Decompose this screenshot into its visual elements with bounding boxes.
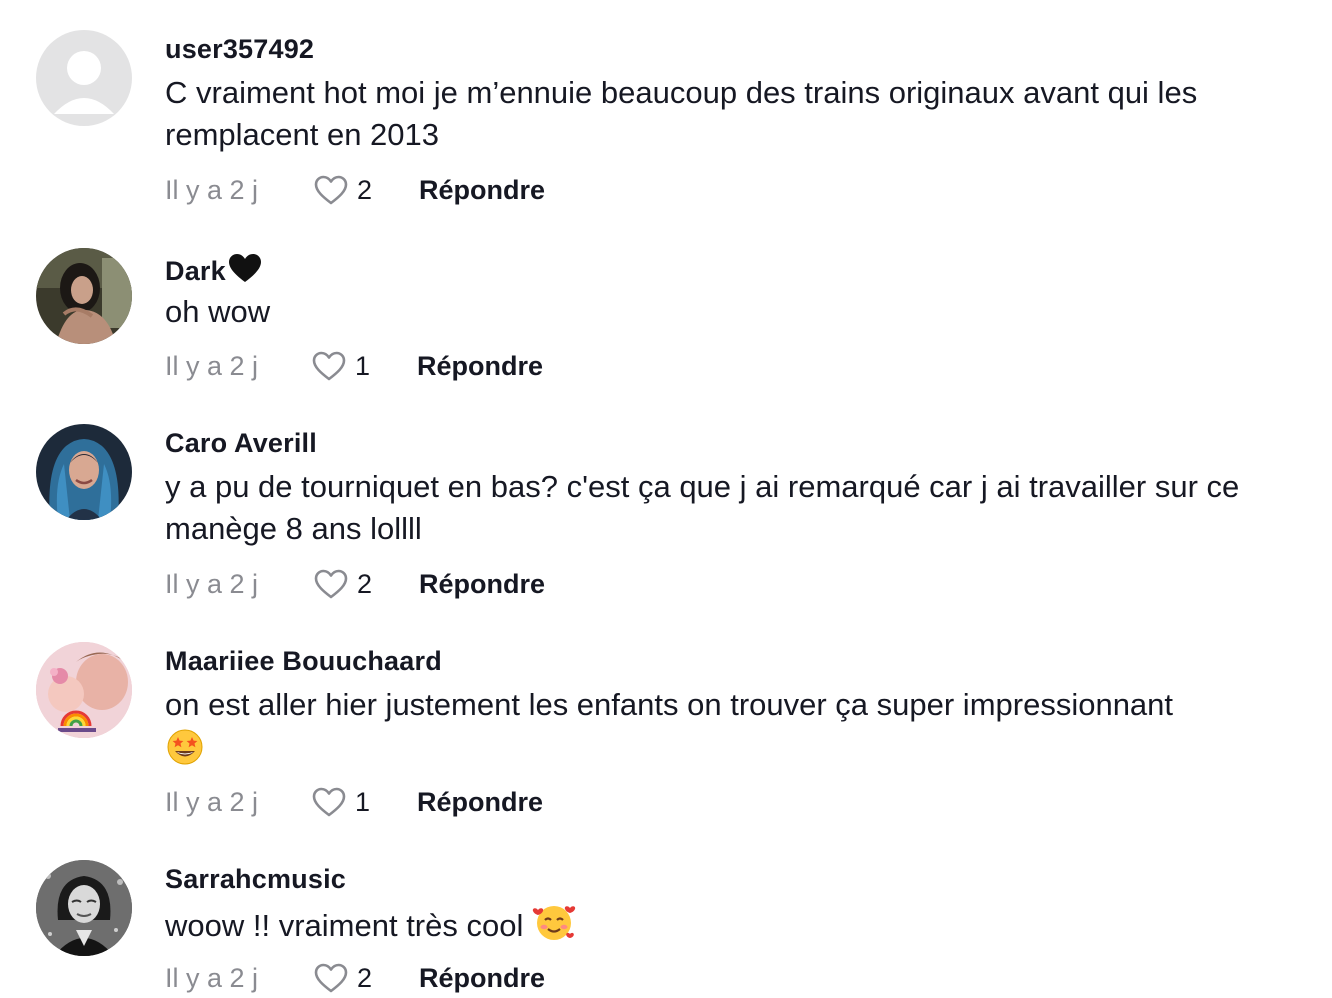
smiling-face-with-hearts-emoji-icon xyxy=(532,902,576,953)
reply-button[interactable]: Répondre xyxy=(417,787,543,818)
like-count: 1 xyxy=(355,350,371,381)
like-button[interactable]: 2 xyxy=(313,174,385,206)
comment-meta: Il y a 2 j 2 Répondre xyxy=(165,170,545,210)
comment-timestamp: Il y a 2 j xyxy=(165,174,259,205)
avatar[interactable] xyxy=(36,30,132,126)
comment-username[interactable]: user357492 xyxy=(165,34,314,65)
user-photo-icon xyxy=(36,860,132,956)
user-photo-icon xyxy=(36,424,132,520)
avatar[interactable] xyxy=(36,860,132,956)
comment-meta: Il y a 2 j 1 Répondre xyxy=(165,782,543,822)
avatar[interactable] xyxy=(36,642,132,738)
comment-text: y a pu de tourniquet en bas? c'est ça qu… xyxy=(165,469,1240,546)
like-count: 2 xyxy=(357,962,373,993)
reply-button[interactable]: Répondre xyxy=(419,175,545,206)
heart-outline-icon xyxy=(312,787,346,817)
comment-meta: Il y a 2 j 2 Répondre xyxy=(165,564,545,604)
black-heart-emoji-icon xyxy=(227,252,263,291)
comment-text: oh wow xyxy=(165,294,271,329)
comment-timestamp: Il y a 2 j xyxy=(165,786,259,817)
default-avatar-icon xyxy=(36,30,132,126)
like-button[interactable]: 2 xyxy=(313,962,385,994)
like-count: 2 xyxy=(357,568,373,599)
comment-text: on est aller hier justement les enfants … xyxy=(165,684,1295,777)
reply-button[interactable]: Répondre xyxy=(419,963,545,994)
like-count: 1 xyxy=(355,786,371,817)
username-text: Dark xyxy=(165,256,226,286)
comment-text: C vraiment hot moi je m’ennuie beaucoup … xyxy=(165,75,1198,152)
comment-text: woow !! vraiment très cool xyxy=(165,902,1295,953)
heart-outline-icon xyxy=(314,175,348,205)
comment-timestamp: Il y a 2 j xyxy=(165,962,259,993)
heart-outline-icon xyxy=(314,569,348,599)
like-button[interactable]: 1 xyxy=(311,350,383,382)
reply-button[interactable]: Répondre xyxy=(419,569,545,600)
like-button[interactable]: 1 xyxy=(311,786,383,818)
user-photo-icon xyxy=(36,642,132,738)
avatar[interactable] xyxy=(36,424,132,520)
comment-timestamp: Il y a 2 j xyxy=(165,350,259,381)
comment-username[interactable]: Maariiee Bouuchaard xyxy=(165,646,442,677)
comment-meta: Il y a 2 j 2 Répondre xyxy=(165,958,545,998)
star-struck-emoji-icon xyxy=(165,726,205,777)
user-photo-icon xyxy=(36,248,132,344)
like-button[interactable]: 2 xyxy=(313,568,385,600)
heart-outline-icon xyxy=(312,351,346,381)
comment-meta: Il y a 2 j 1 Répondre xyxy=(165,346,543,386)
reply-button[interactable]: Répondre xyxy=(417,351,543,382)
comment-username[interactable]: Dark xyxy=(165,252,263,291)
comment-text-content: on est aller hier justement les enfants … xyxy=(165,687,1174,722)
comment-timestamp: Il y a 2 j xyxy=(165,568,259,599)
comment-text-content: woow !! vraiment très cool xyxy=(165,908,524,943)
heart-outline-icon xyxy=(314,963,348,993)
avatar[interactable] xyxy=(36,248,132,344)
comment-username[interactable]: Sarrahcmusic xyxy=(165,864,346,895)
like-count: 2 xyxy=(357,174,373,205)
comment-username[interactable]: Caro Averill xyxy=(165,428,317,459)
